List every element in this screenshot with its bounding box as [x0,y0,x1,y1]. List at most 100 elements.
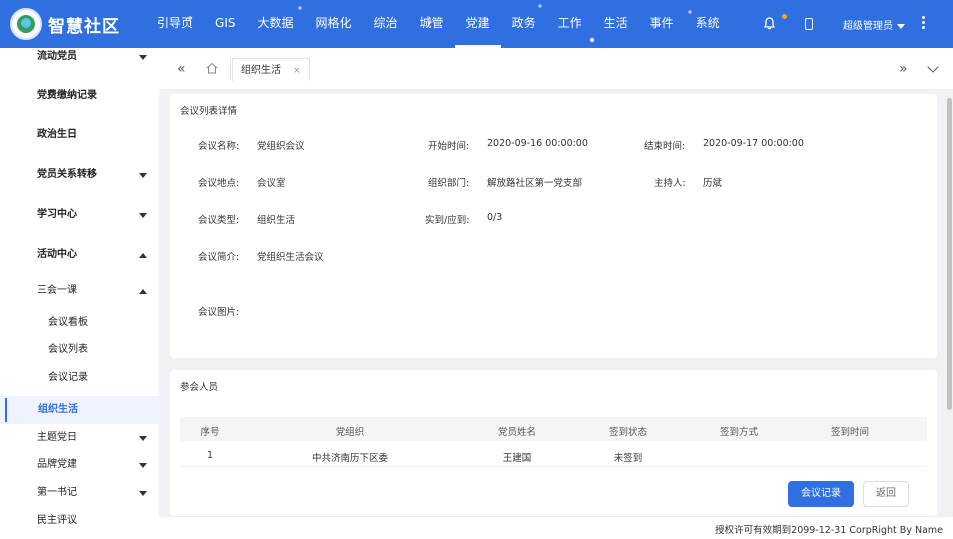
license-text: 授权许可有效期到2099-12-31 CorpRight By Name [715,525,943,536]
nav-item-bigdata[interactable]: 大数据 [246,0,304,48]
bell-icon[interactable] [764,17,775,30]
attendance-value: 0/3 [487,212,503,223]
sidebar-item-label: 学习中心 [37,209,77,220]
notification-dot [782,14,787,19]
host-value: 历斌 [703,178,723,189]
tab-org-life[interactable]: 组织生活 × [232,58,310,81]
images-label: 会议图片: [198,307,240,318]
sidebar-item[interactable]: 会议列表 [0,336,159,364]
sidebar-item[interactable]: 会议记录 [0,364,159,392]
column-header: 签到状态 [608,427,648,438]
department-label: 组织部门: [428,178,470,189]
app-title: 智慧社区 [48,17,120,37]
participants-card: 参会人员 序号 党组织 党员姓名 签到状态 签到方式 签到时间 1 中共济南历下… [170,370,937,516]
back-button[interactable]: 返回 [863,481,909,507]
nav-item-events[interactable]: 事件 [639,0,685,48]
user-menu[interactable]: 超级管理员 [843,17,905,32]
main-nav: 引导页 GIS 大数据 网格化 综治 城管 党建 政务 工作 生活 事件 系统 [146,0,731,48]
table-row[interactable]: 1 中共济南历下区委 王建国 未签到 [180,443,927,467]
meeting-type-value: 组织生活 [257,215,296,226]
sidebar-item-label: 党员关系转移 [37,169,97,180]
caret-up-icon [139,289,147,294]
sidebar-item[interactable]: 党员关系转移 [0,161,159,189]
caret-down-icon [897,23,905,29]
sidebar-item[interactable]: 会议看板 [0,309,159,337]
nav-item-guide[interactable]: 引导页 [146,0,204,48]
sidebar-item[interactable]: 党费缴纳记录 [0,82,159,110]
meeting-name-label: 会议名称: [198,141,240,152]
end-time-value: 2020-09-17 00:00:00 [703,138,804,149]
top-navbar: 智慧社区 引导页 GIS 大数据 网格化 综治 城管 党建 政务 工作 生活 事… [0,0,953,48]
nav-item-urban[interactable]: 城管 [409,0,455,48]
intro-value: 党组织生活会议 [257,252,324,263]
meeting-type-label: 会议类型: [198,215,240,226]
sidebar-item[interactable]: 组织生活 [0,396,159,424]
card-title: 参会人员 [180,382,219,393]
nav-item-affairs[interactable]: 政务 [501,0,547,48]
sidebar-item-label: 第一书记 [37,487,77,498]
nav-item-life[interactable]: 生活 [593,0,639,48]
sidebar-item[interactable]: 品牌党建 [0,451,159,479]
table-cell: 王建国 [502,453,532,464]
mobile-icon[interactable] [805,18,813,30]
sidebar-item-label: 三会一课 [37,285,77,296]
sidebar-item[interactable]: 政治生日 [0,121,159,149]
column-header: 签到时间 [830,427,870,438]
sidebar-item-label: 品牌党建 [37,459,77,470]
table-cell: 未签到 [613,453,643,464]
sidebar-item-label: 流动党员 [37,51,77,62]
meeting-detail-card: 会议列表详情 会议名称: 党组织会议 开始时间: 2020-09-16 00:0… [170,94,937,358]
nav-item-governance[interactable]: 综治 [363,0,409,48]
column-header: 签到方式 [719,427,759,438]
sidebar: 流动党员党费缴纳记录政治生日党员关系转移 学习中心活动中心三会一课会议看板会议列表… [0,48,159,539]
sidebar-item-label: 政治生日 [37,129,77,140]
table-header: 序号 党组织 党员姓名 签到状态 签到方式 签到时间 [180,417,927,441]
start-time-value: 2020-09-16 00:00:00 [487,138,588,149]
community-logo-icon [10,8,42,40]
sidebar-item[interactable]: 民主评议 [0,507,159,535]
sidebar-item[interactable]: 三会一课 [0,277,159,305]
nav-item-gis[interactable]: GIS [204,0,246,48]
sidebar-item-label: 会议记录 [48,372,88,383]
caret-down-icon [139,213,147,218]
tab-label: 组织生活 [241,65,281,76]
location-label: 会议地点: [198,178,240,189]
home-icon[interactable] [206,62,218,74]
user-name: 超级管理员 [843,21,893,32]
footer: 授权许可有效期到2099-12-31 CorpRight By Name [159,516,953,539]
sidebar-item-label: 活动中心 [37,249,77,260]
end-time-label: 结束时间: [644,141,686,152]
sidebar-item[interactable]: 第一书记 [0,479,159,507]
scroll-right-icon[interactable]: » [899,62,908,76]
nav-item-system[interactable]: 系统 [685,0,731,48]
sidebar-item-label: 民主评议 [37,515,77,526]
close-icon[interactable]: × [293,66,301,76]
sidebar-item-label: 主题党日 [37,432,77,443]
column-header: 序号 [200,427,220,438]
scroll-left-icon[interactable]: « [177,62,186,76]
chevron-down-icon[interactable] [927,61,939,73]
sidebar-item[interactable]: 流动党员 [0,48,159,71]
caret-down-icon [139,55,147,60]
scrollbar-thumb[interactable] [947,98,952,410]
meeting-name-value: 党组织会议 [257,141,305,152]
intro-label: 会议简介: [198,252,240,263]
sidebar-item-label: 会议列表 [48,344,88,355]
nav-item-party[interactable]: 党建 [454,0,501,48]
sidebar-item[interactable]: 活动中心 [0,241,159,269]
sidebar-item[interactable]: 主题党日 [0,424,159,452]
column-header: 党员姓名 [497,427,537,438]
table-cell: 1 [206,450,214,461]
more-vertical-icon[interactable] [922,16,925,31]
location-value: 会议室 [257,178,286,189]
attendance-label: 实到/应到: [425,215,470,226]
nav-item-work[interactable]: 工作 [547,0,593,48]
caret-down-icon [139,436,147,441]
sidebar-item[interactable]: 学习中心 [0,201,159,229]
nav-item-grid[interactable]: 网格化 [305,0,363,48]
sidebar-item-label: 组织生活 [38,404,78,415]
meeting-records-button[interactable]: 会议记录 [788,481,854,507]
caret-down-icon [139,491,147,496]
host-label: 主持人: [654,178,686,189]
sidebar-item-label: 会议看板 [48,317,88,328]
